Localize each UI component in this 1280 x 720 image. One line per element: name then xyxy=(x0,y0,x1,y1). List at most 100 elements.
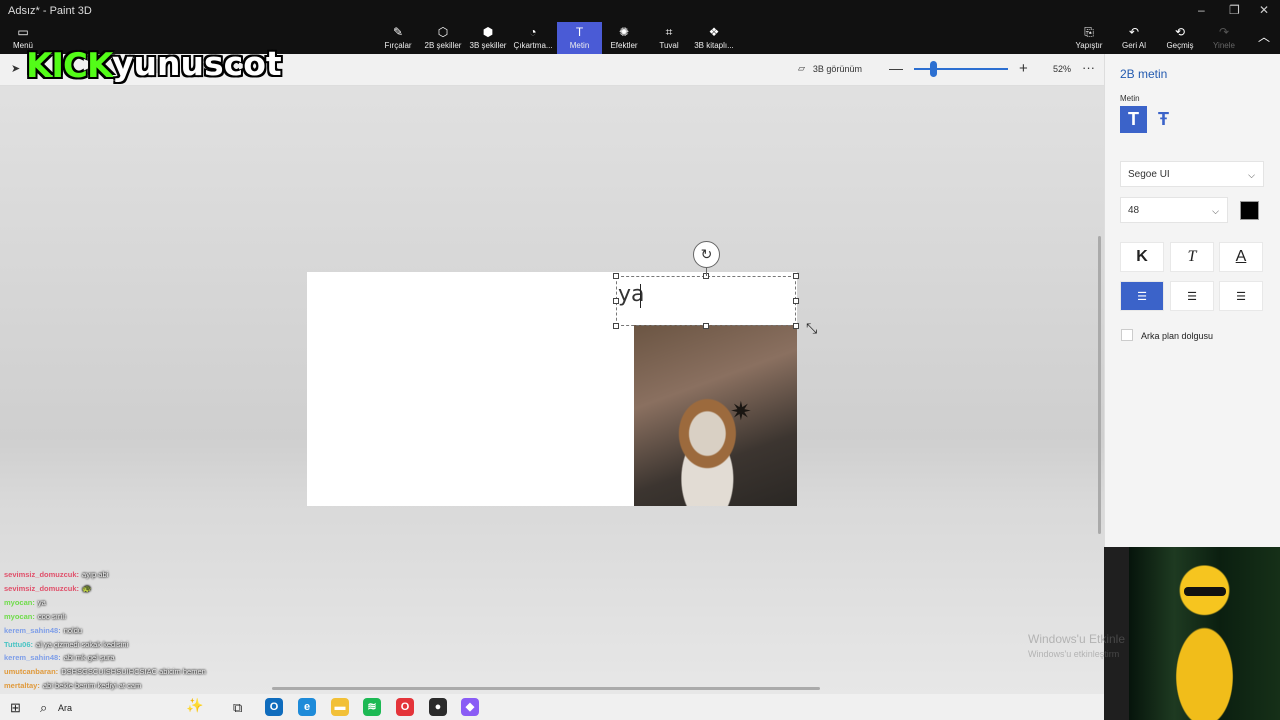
background-fill-checkbox[interactable] xyxy=(1121,329,1133,341)
bold-button[interactable]: K xyxy=(1120,242,1164,272)
panel-section-label: Metin xyxy=(1120,94,1140,103)
horizontal-scrollbar[interactable] xyxy=(272,687,820,690)
align-left-button[interactable]: ☰ xyxy=(1120,281,1164,311)
spotify-icon[interactable]: ≋ xyxy=(363,698,381,716)
search-icon[interactable]: ⌕ xyxy=(40,700,47,716)
zoom-out-button[interactable]: — xyxy=(889,60,903,76)
align-right-button[interactable]: ☰ xyxy=(1219,281,1263,311)
tool-label: Efektler xyxy=(610,41,638,50)
cat-photo[interactable] xyxy=(634,325,797,506)
effects-icon: ✺ xyxy=(618,25,630,39)
underline-button[interactable]: A xyxy=(1219,242,1263,272)
tool-label: Çıkartma... xyxy=(513,41,553,50)
text-caret xyxy=(640,284,641,308)
3d-view-icon: ▱ xyxy=(798,63,805,73)
brush-icon: ✎ xyxy=(392,25,404,39)
tool-2d-shapes[interactable]: ⬡ 2B şekiller xyxy=(421,22,465,54)
rotate-stem xyxy=(706,268,707,276)
history-button[interactable]: ⟲ Geçmiş xyxy=(1163,22,1197,54)
chat-username: kerem_sahin48: xyxy=(4,653,61,663)
action-label: Yapıştır xyxy=(1075,41,1103,50)
panel-title: 2B metin xyxy=(1120,67,1168,81)
redo-button[interactable]: ↷ Yinele xyxy=(1209,22,1239,54)
chat-text: 🐢 xyxy=(82,583,92,593)
undo-button[interactable]: ↶ Geri Al xyxy=(1118,22,1150,54)
resize-handle-bottom-left[interactable] xyxy=(613,323,619,329)
title-bar: Adsız* - Paint 3D ‒ ❐ ✕ xyxy=(0,0,1280,22)
streamer-name: yunuscot xyxy=(112,44,282,83)
chat-text: coo sırılı xyxy=(37,611,67,621)
chat-username: myocan: xyxy=(4,597,35,607)
align-center-button[interactable]: ☰ xyxy=(1170,281,1214,311)
resize-handle-right[interactable] xyxy=(793,298,799,304)
chat-username: sevimsiz_domuzcuk: xyxy=(4,583,80,593)
tool-label: 2B şekiller xyxy=(424,41,462,50)
zoom-in-button[interactable]: + xyxy=(1019,60,1028,77)
webcam-overlay xyxy=(1129,547,1280,720)
zoom-slider-thumb[interactable] xyxy=(929,61,937,77)
start-button[interactable]: ⊞ xyxy=(10,700,21,716)
chat-message: kerem_sahin48: noldu xyxy=(4,624,206,638)
file-explorer-icon[interactable]: ▬ xyxy=(331,698,349,716)
select-pointer-icon[interactable]: ➤ xyxy=(11,62,20,75)
3d-shapes-icon: ⬢ xyxy=(482,25,494,39)
3d-view-toggle[interactable]: ▱ 3B görünüm xyxy=(798,63,862,74)
3d-text-button[interactable]: Ŧ xyxy=(1150,106,1177,133)
font-size-select[interactable]: 48 ⌵ xyxy=(1120,197,1228,223)
resize-cursor-icon: ⤡ xyxy=(806,320,818,336)
minimize-button[interactable]: ‒ xyxy=(1198,3,1205,17)
tool-effects[interactable]: ✺ Efektler xyxy=(604,22,644,54)
tool-label: Tuval xyxy=(659,41,679,50)
3d-library-icon: ❖ xyxy=(708,25,720,39)
text-icon: T xyxy=(575,25,584,39)
recording-app-icon[interactable]: ● xyxy=(429,698,447,716)
2d-shapes-icon: ⬡ xyxy=(437,25,449,39)
paste-button[interactable]: ⎘ Yapıştır xyxy=(1072,22,1106,54)
star-sticker: ✷ xyxy=(730,396,752,426)
chevron-up-icon: ︿ xyxy=(1257,29,1270,44)
chevron-down-icon: ⌵ xyxy=(1248,170,1255,180)
more-options-button[interactable]: ··· xyxy=(1082,60,1095,75)
chat-message: Tuttu06: al ya çizmedi sokak kedisini xyxy=(4,638,206,652)
tool-stickers[interactable]: ◔ Çıkartma... xyxy=(511,22,555,54)
chat-text: ayıp abi xyxy=(82,570,109,579)
zoom-percent: 52% xyxy=(1053,64,1072,74)
edge-icon[interactable]: e xyxy=(298,698,316,716)
chat-username: sevimsiz_domuzcuk: xyxy=(4,570,80,579)
undo-icon: ↶ xyxy=(1128,25,1140,39)
chat-username: kerem_sahin48: xyxy=(4,625,61,635)
resize-handle-bottom[interactable] xyxy=(703,323,709,329)
paint3d-icon[interactable]: ◆ xyxy=(461,698,479,716)
chat-message: myocan: coo sırılı xyxy=(4,610,206,624)
chat-message: mertaltay: abi bekle benim kediyi at cam xyxy=(4,679,206,693)
resize-handle-top-left[interactable] xyxy=(613,273,619,279)
chat-text: ya xyxy=(37,597,46,607)
action-label: Geçmiş xyxy=(1166,41,1194,50)
resize-handle-top-right[interactable] xyxy=(793,273,799,279)
collapse-ribbon-button[interactable]: ︿ xyxy=(1254,22,1274,54)
vertical-scrollbar[interactable] xyxy=(1098,236,1101,534)
tool-3d-shapes[interactable]: ⬢ 3B şekiller xyxy=(467,22,509,54)
search-label[interactable]: Ara xyxy=(58,703,72,713)
activation-watermark-sub: Windows'u etkinleştirm xyxy=(1028,649,1120,659)
2d-text-button[interactable]: T xyxy=(1120,106,1147,133)
tool-brushes[interactable]: ✎ Fırçalar xyxy=(380,22,416,54)
italic-button[interactable]: T xyxy=(1170,242,1214,272)
task-view-icon[interactable]: ⧉ xyxy=(233,700,242,716)
resize-handle-left[interactable] xyxy=(613,298,619,304)
resize-handle-bottom-right[interactable] xyxy=(793,323,799,329)
close-button[interactable]: ✕ xyxy=(1259,3,1269,17)
outlook-icon[interactable]: O xyxy=(265,698,283,716)
text-color-swatch[interactable] xyxy=(1240,201,1259,220)
zoom-slider-track[interactable] xyxy=(914,68,1008,70)
font-family-select[interactable]: Segoe UI ⌵ xyxy=(1120,161,1264,187)
font-size-value: 48 xyxy=(1128,204,1140,216)
action-label: Geri Al xyxy=(1121,41,1146,50)
taskbar xyxy=(0,694,1104,720)
tool-3d-library[interactable]: ❖ 3B kitaplı... xyxy=(692,22,736,54)
tool-text[interactable]: T Metin xyxy=(557,22,602,54)
rotate-handle-icon[interactable]: ↻ xyxy=(693,241,720,268)
opera-icon[interactable]: O xyxy=(396,698,414,716)
tool-canvas[interactable]: ⌗ Tuval xyxy=(650,22,688,54)
maximize-button[interactable]: ❐ xyxy=(1229,3,1240,17)
